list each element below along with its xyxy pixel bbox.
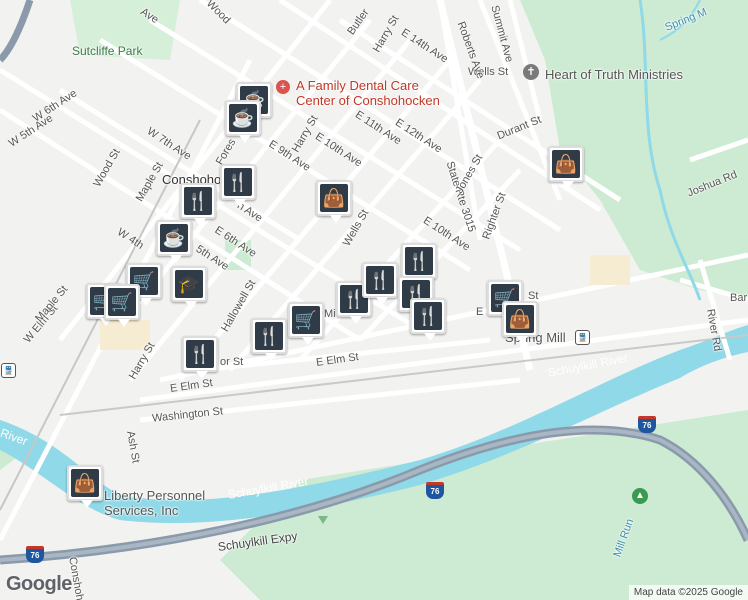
grocery-cart-icon: 🛒 (292, 306, 320, 334)
map-marker-coffee-3[interactable]: ☕ (156, 220, 192, 263)
map-marker-coffee-2[interactable]: ☕ (225, 100, 261, 143)
terrain-marker-icon (318, 516, 328, 524)
interstate-76-shield-1: 76 (638, 416, 656, 433)
restaurant-icon: 🍴 (255, 322, 283, 350)
park-label-sutcliffe: Sutcliffe Park (72, 44, 143, 58)
coffee-icon: ☕ (160, 224, 188, 252)
poi-label-heart-of-truth[interactable]: Heart of Truth Ministries (545, 67, 683, 82)
map-marker-restaurant-6[interactable]: 🍴 (362, 262, 398, 305)
restaurant-icon: 🍴 (366, 266, 394, 294)
road-label-bar: Bar (730, 292, 748, 304)
restaurant-icon: 🍴 (184, 187, 212, 215)
shopping-bag-icon: 👜 (320, 184, 348, 212)
map-marker-restaurant-4[interactable]: 🍴 (251, 318, 287, 361)
map-marker-grocery-3[interactable]: 🛒 (104, 284, 140, 327)
google-logo[interactable]: Google (6, 573, 72, 596)
map-marker-shopping-1[interactable]: 👜 (316, 180, 352, 223)
restaurant-icon: 🍴 (405, 247, 433, 275)
map-marker-restaurant-2[interactable]: 🍴 (180, 183, 216, 226)
interstate-76-shield-2: 76 (426, 482, 444, 499)
train-station-icon[interactable]: 🚆 (575, 330, 590, 345)
shopping-bag-icon: 👜 (506, 305, 534, 333)
interstate-76-shield-3: 76 (26, 546, 44, 563)
restaurant-icon: 🍴 (224, 168, 252, 196)
church-icon[interactable]: ✝ (523, 64, 539, 80)
map-marker-restaurant-1[interactable]: 🍴 (220, 164, 256, 207)
coffee-icon: ☕ (229, 104, 257, 132)
map-marker-shopping-2[interactable]: 👜 (502, 301, 538, 344)
map-marker-school[interactable]: 🎓 (171, 266, 207, 309)
poi-label-dental[interactable]: A Family Dental Care Center of Conshohoc… (296, 78, 440, 108)
road-label-or-st: or St (220, 356, 244, 368)
train-station-icon-west[interactable]: 🚆 (1, 363, 16, 378)
restaurant-icon: 🍴 (186, 340, 214, 368)
map-marker-shopping-3[interactable]: 👜 (548, 146, 584, 189)
road-label-e: E (476, 306, 484, 318)
map-canvas[interactable]: Sutcliffe Park Conshohocken A Family Den… (0, 0, 748, 600)
dental-icon[interactable]: + (276, 80, 290, 94)
poi-label-liberty-personnel[interactable]: Liberty Personnel Services, Inc (104, 488, 205, 518)
map-marker-grocery-4[interactable]: 🛒 (288, 302, 324, 345)
map-marker-restaurant-3[interactable]: 🍴 (182, 336, 218, 379)
shopping-bag-icon: 👜 (552, 150, 580, 178)
restaurant-icon: 🍴 (414, 302, 442, 330)
map-data-credit[interactable]: Map data ©2025 Google (628, 585, 748, 600)
park-tree-icon[interactable]: ▲ (632, 488, 648, 504)
grocery-cart-icon: 🛒 (108, 288, 136, 316)
shopping-bag-icon: 👜 (71, 469, 99, 497)
map-marker-restaurant-7[interactable]: 🍴 (401, 243, 437, 286)
school-icon: 🎓 (175, 270, 203, 298)
map-marker-shopping-4[interactable]: 👜 (67, 465, 103, 508)
road-label-mi: Mi (324, 308, 336, 320)
map-marker-restaurant-9[interactable]: 🍴 (410, 298, 446, 341)
